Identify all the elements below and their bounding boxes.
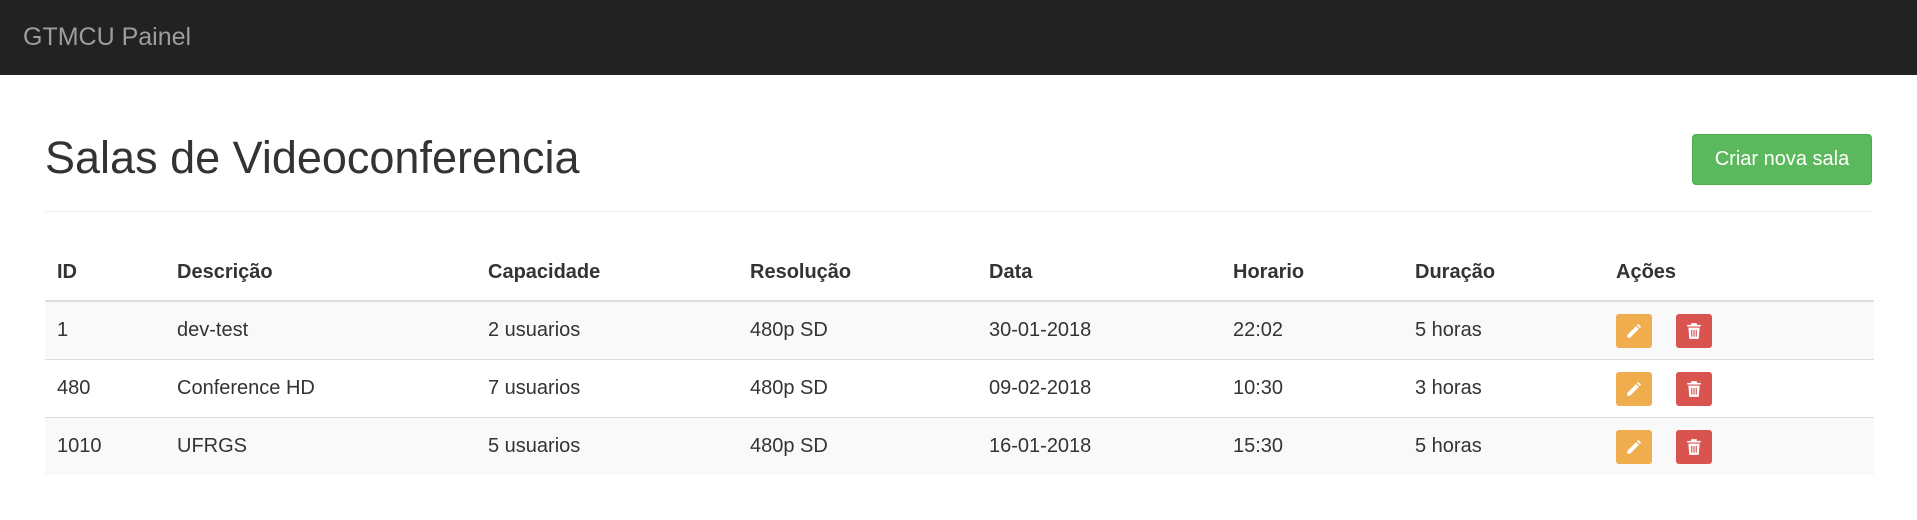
edit-room-button[interactable] xyxy=(1616,313,1652,348)
cell-duration: 5 horas xyxy=(1403,300,1604,360)
table-header-row: ID Descrição Capacidade Resolução Data H… xyxy=(45,244,1874,302)
cell-date: 16-01-2018 xyxy=(977,417,1221,475)
cell-date: 09-02-2018 xyxy=(977,359,1221,418)
table-row: 480 Conference HD 7 usuarios 480p SD 09-… xyxy=(45,359,1874,418)
header-time: Horario xyxy=(1221,244,1403,302)
cell-actions xyxy=(1604,417,1874,475)
header-divider xyxy=(45,211,1872,212)
pencil-icon xyxy=(1627,439,1642,454)
table-row: 1010 UFRGS 5 usuarios 480p SD 16-01-2018… xyxy=(45,417,1874,475)
cell-date: 30-01-2018 xyxy=(977,300,1221,360)
navbar-brand[interactable]: GTMCU Painel xyxy=(23,23,191,52)
cell-resolution: 480p SD xyxy=(738,359,977,418)
navbar: GTMCU Painel xyxy=(0,0,1917,75)
cell-resolution: 480p SD xyxy=(738,300,977,360)
cell-capacity: 7 usuarios xyxy=(476,359,738,418)
cell-id: 1 xyxy=(45,300,165,360)
trash-icon xyxy=(1686,438,1701,455)
cell-duration: 5 horas xyxy=(1403,417,1604,475)
cell-time: 10:30 xyxy=(1221,359,1403,418)
trash-icon xyxy=(1686,322,1701,339)
cell-description: UFRGS xyxy=(165,417,476,475)
rooms-table: ID Descrição Capacidade Resolução Data H… xyxy=(45,244,1874,475)
cell-capacity: 2 usuarios xyxy=(476,300,738,360)
header-id: ID xyxy=(45,244,165,302)
pencil-icon xyxy=(1627,381,1642,396)
header-description: Descrição xyxy=(165,244,476,302)
cell-id: 1010 xyxy=(45,417,165,475)
cell-time: 15:30 xyxy=(1221,417,1403,475)
cell-duration: 3 horas xyxy=(1403,359,1604,418)
cell-actions xyxy=(1604,300,1874,360)
table-row: 1 dev-test 2 usuarios 480p SD 30-01-2018… xyxy=(45,300,1874,360)
cell-resolution: 480p SD xyxy=(738,417,977,475)
cell-time: 22:02 xyxy=(1221,300,1403,360)
pencil-icon xyxy=(1627,323,1642,338)
create-room-button[interactable]: Criar nova sala xyxy=(1692,134,1872,185)
delete-room-button[interactable] xyxy=(1675,429,1712,464)
edit-room-button[interactable] xyxy=(1616,371,1652,406)
cell-description: Conference HD xyxy=(165,359,476,418)
cell-id: 480 xyxy=(45,359,165,418)
trash-icon xyxy=(1686,380,1701,397)
header-resolution: Resolução xyxy=(738,244,977,302)
page-title: Salas de Videoconferencia xyxy=(45,132,580,183)
cell-description: dev-test xyxy=(165,300,476,360)
header-actions: Ações xyxy=(1604,244,1874,302)
header-capacity: Capacidade xyxy=(476,244,738,302)
header-duration: Duração xyxy=(1403,244,1604,302)
header-date: Data xyxy=(977,244,1221,302)
delete-room-button[interactable] xyxy=(1675,313,1712,348)
delete-room-button[interactable] xyxy=(1675,371,1712,406)
cell-actions xyxy=(1604,359,1874,418)
edit-room-button[interactable] xyxy=(1616,429,1652,464)
cell-capacity: 5 usuarios xyxy=(476,417,738,475)
